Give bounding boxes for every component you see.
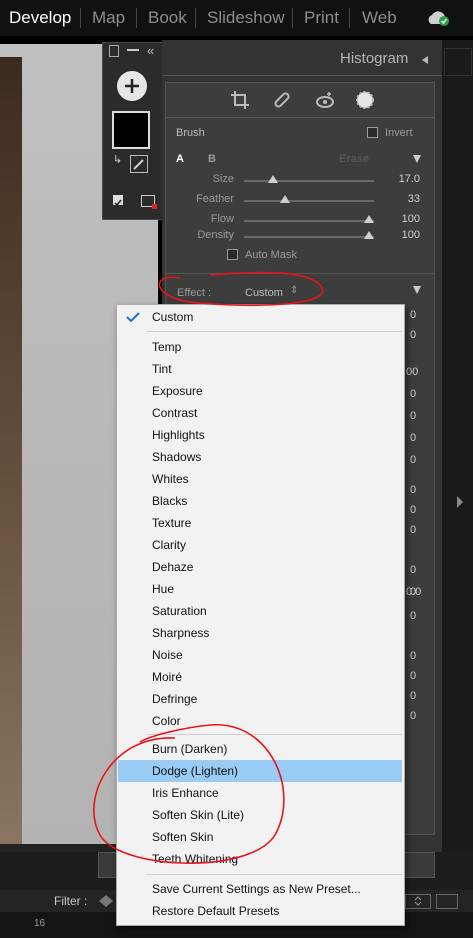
red-annotation-overlay [93,271,324,864]
annotation-circle-presets [93,724,285,864]
annotation-circle-effect [158,271,324,306]
